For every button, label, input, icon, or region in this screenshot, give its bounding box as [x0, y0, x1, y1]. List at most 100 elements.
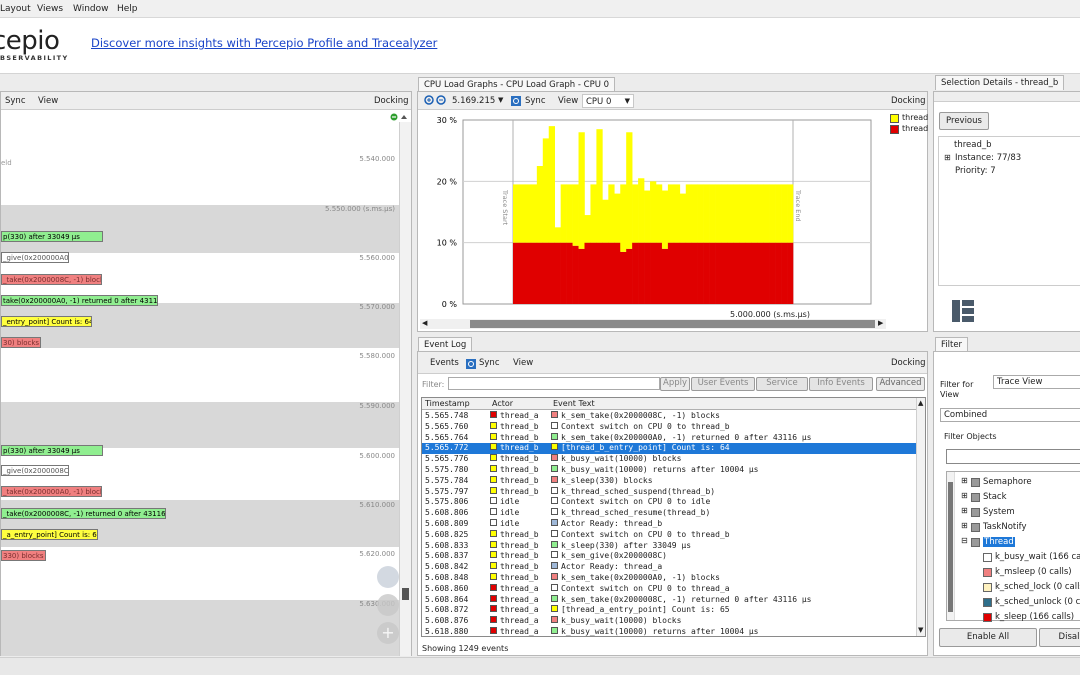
event-view-menu[interactable]: View — [513, 358, 533, 368]
cpu-view-menu[interactable]: View — [558, 96, 578, 106]
combined-select[interactable]: Combined — [940, 408, 1080, 422]
filter-checkbox[interactable] — [971, 523, 980, 532]
trace-event[interactable]: take(0x200000A0, -1) returned 0 after 43… — [1, 295, 158, 306]
zoom-value[interactable]: 5.169.215 — [452, 96, 495, 106]
event-sync-button[interactable]: Sync — [479, 358, 500, 368]
trace-event[interactable]: p(330) after 33049 µs — [1, 231, 103, 242]
cpu-sync-button[interactable]: Sync — [525, 96, 546, 106]
table-row[interactable]: 5.565.772 thread_b [thread_b_entry_point] … — [422, 443, 916, 455]
filter-tree-item[interactable]: ⊞ Stack — [957, 491, 1080, 505]
chart-scroll-thumb[interactable] — [470, 320, 875, 328]
table-row[interactable]: 5.608.842 thread_b Actor Ready: thread_a — [422, 562, 916, 573]
trace-event[interactable]: p(330) after 33049 µs — [1, 445, 103, 456]
column-header[interactable]: Timestamp — [425, 399, 470, 408]
table-row[interactable]: 5.608.837 thread_b k_sem_give(0x2000008C) — [422, 551, 916, 562]
filter-checkbox[interactable] — [971, 538, 980, 547]
tree-node[interactable]: Priority: 7 — [955, 166, 996, 176]
service-button[interactable]: Service — [756, 377, 808, 391]
menu-window[interactable]: Window — [73, 4, 109, 14]
table-row[interactable]: 5.608.825 thread_b Context switch on CPU 0… — [422, 529, 916, 541]
trace-scrollbar[interactable] — [399, 122, 411, 656]
filter-for-select[interactable]: Trace View — [993, 375, 1080, 389]
expand-icon[interactable]: ⊟ — [961, 536, 968, 545]
trace-event[interactable]: 330) blocks — [1, 550, 46, 561]
filter-tree-item[interactable]: ⊞ TaskNotify — [957, 521, 1080, 535]
tree-node[interactable]: Instance: 77/83 — [955, 153, 1021, 163]
filter-input[interactable] — [448, 377, 660, 390]
trace-nav-controls[interactable] — [389, 112, 409, 122]
table-row[interactable]: 5.565.764 thread_b k_sem_take(0x200000A0, … — [422, 432, 916, 444]
table-row[interactable]: 5.565.776 thread_b k_busy_wait(10000) bloc… — [422, 454, 916, 465]
trace-event[interactable]: _take(0x200000A0, -1) blocks — [1, 486, 102, 497]
table-row[interactable]: 5.575.806 idle Context switch on CPU 0 to … — [422, 497, 916, 508]
table-row[interactable]: 5.608.872 thread_a [thread_a_entry_point] … — [422, 605, 916, 616]
expand-icon[interactable]: ⊞ — [944, 153, 951, 162]
trace-event[interactable]: _give(0x200000A0) — [1, 252, 69, 263]
filter-tree-item[interactable]: k_sched_unlock (0 calls) — [957, 596, 1080, 610]
table-row[interactable]: 5.608.876 thread_a k_busy_wait(10000) bloc… — [422, 616, 916, 627]
filter-tree-scrollbar[interactable] — [947, 472, 955, 620]
column-header[interactable]: Event Text — [553, 399, 595, 408]
scroll-down-icon[interactable]: ▼ — [918, 626, 923, 634]
tab-filter[interactable]: Filter — [935, 337, 969, 352]
chart-scrollbar[interactable]: ◀ ▶ — [420, 319, 886, 329]
zoom-dropdown-icon[interactable]: ▼ — [498, 96, 503, 104]
table-row[interactable]: 5.608.809 idle Actor Ready: thread_b — [422, 519, 916, 530]
trace-event[interactable]: _a_entry_point] Count is: 65 — [1, 529, 98, 540]
filter-checkbox[interactable] — [983, 568, 992, 577]
filter-tree-item[interactable]: k_busy_wait (166 calls) — [957, 551, 1080, 565]
event-docking-menu[interactable]: Docking — [891, 358, 926, 368]
trace-canvas[interactable]: eld 5.540.000 5.550.000 (s.ms.µs) 5.560.… — [1, 122, 399, 656]
table-row[interactable]: 5.608.860 thread_a Context switch on CPU 0… — [422, 583, 916, 595]
trace-event[interactable]: _take(0x2000008C, -1) returned 0 after 4… — [1, 508, 166, 519]
zoom-fit-icon[interactable] — [389, 112, 409, 122]
trace-view-menu[interactable]: View — [38, 96, 58, 106]
filter-checkbox[interactable] — [983, 598, 992, 607]
filter-tree-item[interactable]: k_msleep (0 calls) — [957, 566, 1080, 580]
trace-sync-button[interactable]: Sync — [5, 96, 26, 106]
zoom-icons[interactable] — [424, 95, 450, 107]
scroll-right-icon[interactable]: ▶ — [878, 319, 883, 327]
table-row[interactable]: 5.565.748 thread_a k_sem_take(0x2000008C, … — [422, 411, 916, 422]
table-row[interactable]: 5.608.806 idle k_thread_sched_resume(threa… — [422, 508, 916, 519]
zoom-in-icon[interactable]: + — [377, 622, 399, 644]
trace-event[interactable]: _entry_point] Count is: 64 — [1, 316, 92, 327]
menu-help[interactable]: Help — [117, 4, 138, 14]
percepio-link[interactable]: Discover more insights with Percepio Pro… — [91, 36, 437, 50]
scroll-up-icon[interactable]: ▲ — [918, 399, 923, 407]
disable-all-button[interactable]: Disal — [1039, 628, 1080, 647]
expand-icon[interactable]: ⊞ — [961, 476, 968, 485]
expand-icon[interactable]: ⊞ — [961, 491, 968, 500]
table-row[interactable]: 5.575.784 thread_b k_sleep(330) blocks — [422, 475, 916, 487]
column-header[interactable]: Actor — [492, 399, 513, 408]
trace-scroll-thumb[interactable] — [402, 588, 409, 600]
table-row[interactable]: 5.575.780 thread_b k_busy_wait(10000) retu… — [422, 465, 916, 476]
filter-checkbox[interactable] — [983, 613, 992, 622]
menu-views[interactable]: Views — [37, 4, 63, 14]
filter-tree-item[interactable]: k_sched_lock (0 calls) — [957, 581, 1080, 595]
move-icon[interactable] — [377, 566, 399, 588]
table-row[interactable]: 5.608.864 thread_a k_sem_take(0x2000008C, … — [422, 594, 916, 606]
previous-button[interactable]: Previous — [939, 112, 989, 130]
trace-docking-menu[interactable]: Docking — [374, 96, 409, 106]
tab-cpu-load[interactable]: CPU Load Graphs - CPU Load Graph - CPU 0 — [418, 77, 616, 92]
filter-checkbox[interactable] — [983, 583, 992, 592]
filter-tree-thumb[interactable] — [948, 482, 953, 612]
cpu-docking-menu[interactable]: Docking — [891, 96, 926, 106]
zoom-out-icon[interactable] — [377, 594, 399, 616]
filter-tree-item[interactable]: ⊞ Semaphore — [957, 476, 1080, 490]
table-row[interactable]: 5.608.833 thread_b k_sleep(330) after 3304… — [422, 540, 916, 552]
table-row[interactable]: 5.608.848 thread_b k_sem_take(0x200000A0, … — [422, 573, 916, 584]
tab-selection-details[interactable]: Selection Details - thread_b — [935, 75, 1065, 90]
expand-icon[interactable]: ⊞ — [961, 506, 968, 515]
scroll-left-icon[interactable]: ◀ — [422, 319, 427, 327]
sync-icon[interactable] — [511, 96, 521, 106]
trace-event[interactable]: 30) blocks — [1, 337, 41, 348]
table-row[interactable]: 5.575.797 thread_b k_thread_sched_suspend(… — [422, 486, 916, 498]
filter-checkbox[interactable] — [971, 478, 980, 487]
events-menu[interactable]: Events — [430, 358, 459, 368]
advanced-button[interactable]: Advanced — [876, 377, 925, 391]
trace-event[interactable]: _take(0x2000008C, -1) blocks — [1, 274, 102, 285]
table-row[interactable]: 5.618.880 thread_a k_busy_wait(10000) retu… — [422, 627, 916, 636]
event-table[interactable]: Timestamp Actor Event Text 5.565.748 thre… — [421, 397, 926, 637]
